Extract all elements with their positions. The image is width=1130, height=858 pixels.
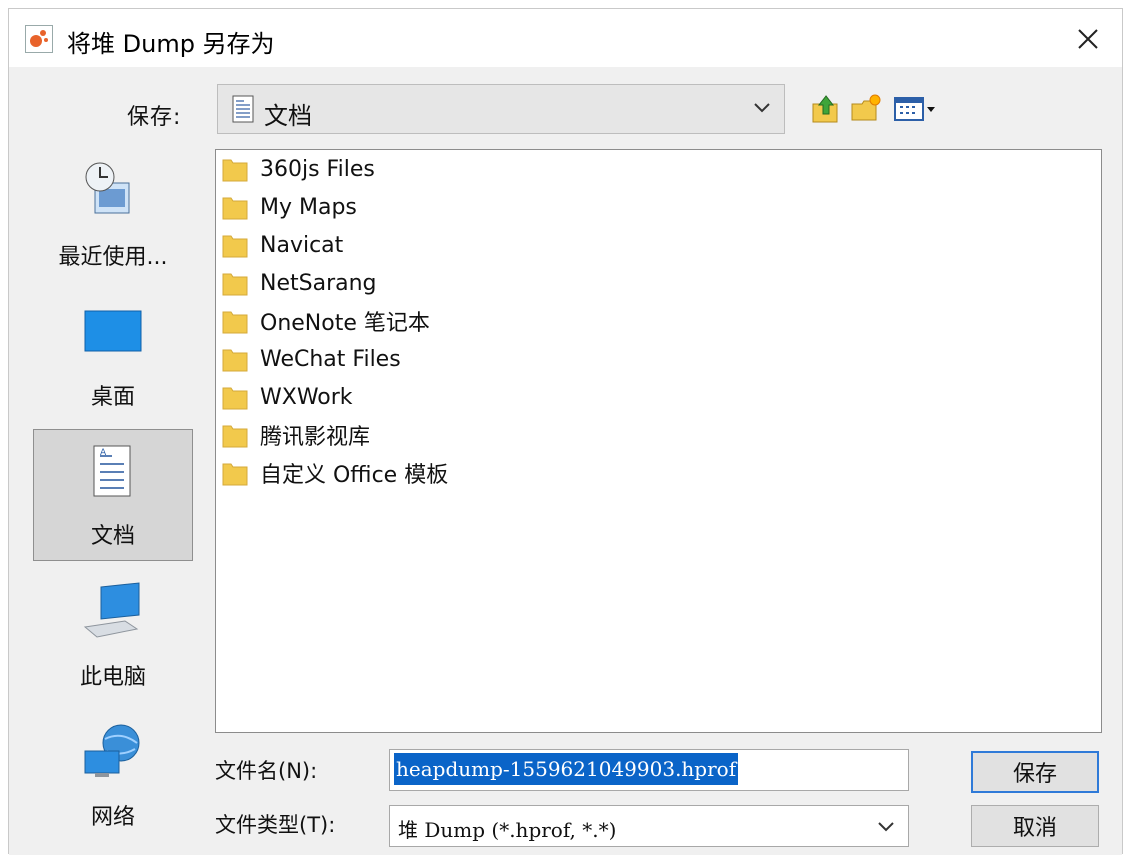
file-name: Navicat: [260, 232, 344, 258]
folder-icon: [222, 463, 248, 486]
place-desktop[interactable]: 桌面: [33, 289, 193, 421]
list-item[interactable]: OneNote 笔记本: [222, 302, 430, 340]
save-button[interactable]: 保存: [971, 751, 1099, 793]
computer-icon: [83, 582, 140, 638]
file-name: WXWork: [260, 384, 353, 410]
title-bar: 将堆 Dump 另存为: [9, 9, 1122, 67]
place-label: 最近使用...: [58, 245, 168, 270]
view-menu-button[interactable]: [893, 87, 937, 131]
list-item[interactable]: NetSarang: [222, 264, 377, 302]
close-button[interactable]: [1068, 19, 1108, 59]
filename-input[interactable]: heapdump-1559621049903.hprof: [389, 749, 909, 791]
place-documents[interactable]: A 文档: [33, 429, 193, 561]
recent-icon: [85, 162, 130, 214]
file-name: 自定义 Office 模板: [260, 463, 449, 488]
svg-text:A: A: [100, 448, 107, 458]
place-computer[interactable]: 此电脑: [33, 569, 193, 701]
list-item[interactable]: My Maps: [222, 188, 357, 226]
file-list[interactable]: 360js Files My Maps Navicat NetSarang On…: [215, 149, 1102, 733]
file-name: OneNote 笔记本: [260, 311, 430, 336]
up-one-level-button[interactable]: [809, 87, 843, 131]
network-icon: [84, 724, 140, 777]
up-one-level-icon: [812, 95, 838, 123]
filename-label: 文件名(N):: [215, 759, 318, 783]
view-menu-icon: [894, 97, 935, 121]
folder-icon: [222, 159, 248, 182]
save-in-label: 保存:: [127, 105, 182, 130]
place-network[interactable]: 网络: [33, 709, 193, 841]
file-name: My Maps: [260, 194, 357, 220]
list-item[interactable]: 自定义 Office 模板: [222, 454, 448, 492]
desktop-icon: [84, 310, 142, 352]
save-dialog: 将堆 Dump 另存为 保存: 文档 最近使用... 桌面 A 文档 此电脑 网…: [8, 8, 1123, 855]
place-label: 此电脑: [79, 665, 146, 690]
window-title: 将堆 Dump 另存为: [67, 30, 275, 58]
document-folder-icon: [232, 95, 254, 123]
folder-icon: [222, 311, 248, 334]
folder-icon: [222, 273, 248, 296]
list-item[interactable]: 360js Files: [222, 150, 375, 188]
filetype-value: 堆 Dump (*.hprof, *.*): [398, 818, 617, 842]
new-folder-icon: [851, 94, 881, 121]
filename-value: heapdump-1559621049903.hprof: [394, 753, 739, 785]
folder-icon: [222, 235, 248, 258]
list-item[interactable]: 腾讯影视库: [222, 416, 370, 454]
folder-icon: [222, 425, 248, 448]
place-label: 网络: [90, 805, 135, 830]
file-name: WeChat Files: [260, 346, 401, 372]
place-label: 桌面: [90, 385, 135, 410]
list-item[interactable]: WXWork: [222, 378, 353, 416]
folder-icon: [222, 349, 248, 372]
filetype-select[interactable]: 堆 Dump (*.hprof, *.*): [389, 805, 909, 847]
place-recent[interactable]: 最近使用...: [33, 149, 193, 281]
cancel-button[interactable]: 取消: [971, 805, 1099, 847]
folder-icon: [222, 387, 248, 410]
save-in-value: 文档: [264, 102, 312, 130]
save-in-combo[interactable]: 文档: [217, 84, 785, 134]
list-item[interactable]: Navicat: [222, 226, 343, 264]
chevron-down-icon: [754, 103, 770, 113]
new-folder-button[interactable]: [849, 87, 883, 131]
file-name: NetSarang: [260, 270, 377, 296]
places-bar: 最近使用... 桌面 A 文档 此电脑 网络: [33, 149, 195, 839]
file-name: 360js Files: [260, 156, 375, 182]
place-label: 文档: [90, 524, 135, 549]
folder-icon: [222, 197, 248, 220]
chevron-down-icon: [878, 822, 894, 832]
close-icon: [1078, 29, 1098, 49]
list-item[interactable]: WeChat Files: [222, 340, 401, 378]
java-app-icon: [25, 25, 53, 53]
filetype-label: 文件类型(T):: [215, 813, 336, 837]
dialog-body: 保存: 文档 最近使用... 桌面 A 文档 此电脑 网络 360js File…: [9, 67, 1122, 855]
file-name: 腾讯影视库: [260, 425, 371, 450]
documents-icon: A: [93, 445, 131, 497]
